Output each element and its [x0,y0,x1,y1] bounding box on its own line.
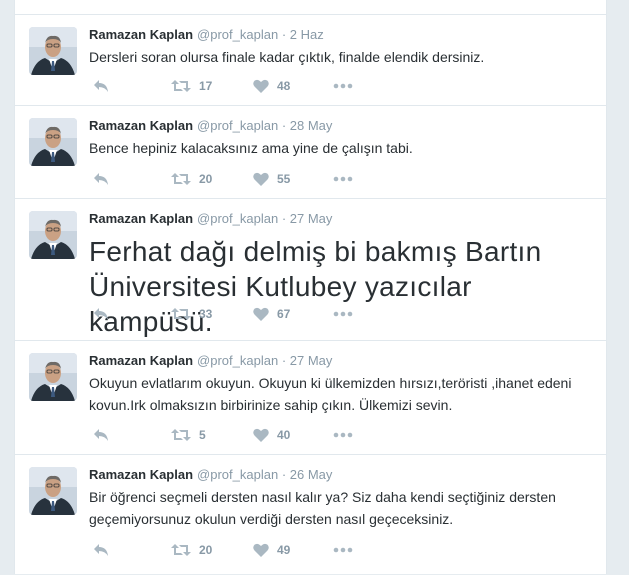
tweet-actions: 20 49 [89,540,389,560]
separator: · [281,211,287,226]
avatar[interactable] [29,211,77,259]
more-icon [333,83,353,89]
retweet-icon [171,307,191,321]
avatar[interactable] [29,353,77,401]
author-handle[interactable]: @prof_kaplan [197,467,278,482]
separator: · [281,467,287,482]
tweet-date[interactable]: 27 May [290,211,333,226]
reply-button[interactable] [93,304,109,324]
tweet-date[interactable]: 28 May [290,118,333,133]
more-icon [333,432,353,438]
tweet-header: Ramazan Kaplan @prof_kaplan · 28 May [89,117,592,135]
more-button[interactable] [333,425,353,445]
tweet[interactable]: Ramazan Kaplan @prof_kaplan · 26 May Bir … [15,454,606,575]
like-count: 48 [277,79,291,93]
tweet-header: Ramazan Kaplan @prof_kaplan · 26 May [89,466,592,484]
more-icon [333,311,353,317]
retweet-count: 20 [199,172,213,186]
separator: · [281,118,287,133]
tweet-header: Ramazan Kaplan @prof_kaplan · 2 Haz [89,26,592,44]
more-icon [333,547,353,553]
tweet-header: Ramazan Kaplan @prof_kaplan · 27 May [89,210,592,228]
heart-icon [253,172,269,186]
retweet-icon [171,79,191,93]
like-button[interactable]: 55 [253,169,290,189]
more-button[interactable] [333,540,353,560]
retweet-icon [171,172,191,186]
like-count: 55 [277,172,291,186]
tweet-text: Okuyun evlatlarım okuyun. Okuyun ki ülke… [89,375,572,413]
author-handle[interactable]: @prof_kaplan [197,211,278,226]
retweet-button[interactable]: 17 [171,76,212,96]
retweet-button[interactable]: 20 [171,540,212,560]
like-count: 49 [277,543,291,557]
avatar[interactable] [29,118,77,166]
author-handle[interactable]: @prof_kaplan [197,353,278,368]
more-icon [333,176,353,182]
retweet-button[interactable]: 33 [171,304,212,324]
retweet-icon [171,543,191,557]
tweet-actions: 33 67 [89,304,389,324]
avatar[interactable] [29,27,77,75]
avatar[interactable] [29,467,77,515]
more-button[interactable] [333,304,353,324]
heart-icon [253,79,269,93]
author-name[interactable]: Ramazan Kaplan [89,27,193,42]
retweet-icon [171,428,191,442]
retweet-count: 33 [199,307,213,321]
tweet-text: Bir öğrenci seçmeli dersten nasıl kalır … [89,489,556,527]
retweet-count: 20 [199,543,213,557]
reply-button[interactable] [93,425,109,445]
author-handle[interactable]: @prof_kaplan [197,118,278,133]
tweet-actions: 17 48 [89,76,389,96]
tweet-header: Ramazan Kaplan @prof_kaplan · 27 May [89,352,592,370]
retweet-count: 17 [199,79,213,93]
tweet-timeline: Ramazan Kaplan @prof_kaplan · 2 Haz Dersl… [14,0,607,574]
reply-icon [93,543,109,557]
more-button[interactable] [333,76,353,96]
retweet-button[interactable]: 20 [171,169,212,189]
reply-icon [93,172,109,186]
separator: · [281,27,287,42]
tweet-date[interactable]: 27 May [290,353,333,368]
tweet[interactable]: Ramazan Kaplan @prof_kaplan · 28 May Benc… [15,105,606,199]
author-name[interactable]: Ramazan Kaplan [89,118,193,133]
reply-icon [93,428,109,442]
heart-icon [253,307,269,321]
heart-icon [253,428,269,442]
reply-icon [93,307,109,321]
tweet[interactable]: Ramazan Kaplan @prof_kaplan · 2 Haz Dersl… [15,14,606,106]
tweet[interactable]: Ramazan Kaplan @prof_kaplan · 27 May Ferh… [15,198,606,341]
tweet-text: Dersleri soran olursa finale kadar çıktı… [89,49,485,65]
reply-button[interactable] [93,540,109,560]
like-count: 67 [277,307,291,321]
tweet-text: Bence hepiniz kalacaksınız ama yine de ç… [89,140,413,156]
like-button[interactable]: 40 [253,425,290,445]
retweet-count: 5 [199,428,206,442]
author-name[interactable]: Ramazan Kaplan [89,353,193,368]
like-count: 40 [277,428,291,442]
retweet-button[interactable]: 5 [171,425,206,445]
author-name[interactable]: Ramazan Kaplan [89,467,193,482]
author-name[interactable]: Ramazan Kaplan [89,211,193,226]
like-button[interactable]: 48 [253,76,290,96]
tweet-date[interactable]: 26 May [290,467,333,482]
more-button[interactable] [333,169,353,189]
reply-button[interactable] [93,76,109,96]
reply-icon [93,79,109,93]
separator: · [281,353,287,368]
tweet[interactable]: Ramazan Kaplan @prof_kaplan · 27 May Okuy… [15,340,606,455]
tweet-date[interactable]: 2 Haz [290,27,324,42]
reply-button[interactable] [93,169,109,189]
heart-icon [253,543,269,557]
author-handle[interactable]: @prof_kaplan [197,27,278,42]
tweet-actions: 5 40 [89,425,389,445]
like-button[interactable]: 67 [253,304,290,324]
tweet-actions: 20 55 [89,169,389,189]
like-button[interactable]: 49 [253,540,290,560]
